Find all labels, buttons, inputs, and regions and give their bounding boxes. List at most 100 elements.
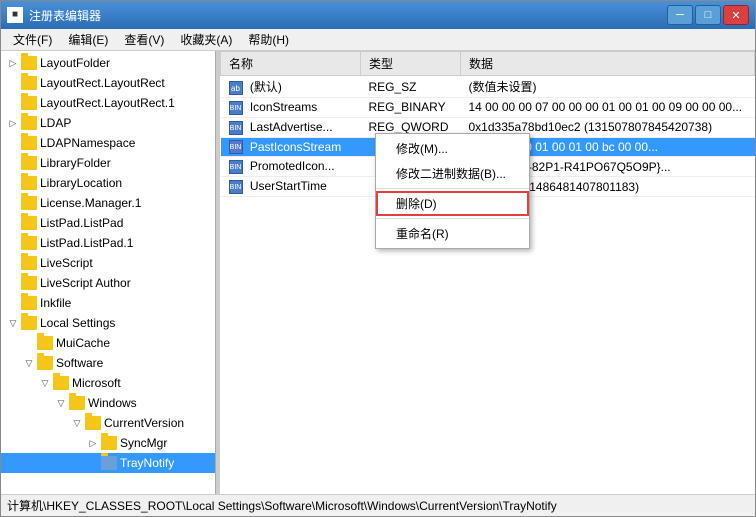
tree-label: LayoutRect.LayoutRect.1 — [40, 96, 175, 110]
menu-view[interactable]: 查看(V) — [116, 29, 172, 50]
ctx-separator-2 — [376, 218, 529, 219]
tree-label: Local Settings — [40, 316, 115, 330]
tree-label: ListPad.ListPad — [40, 216, 123, 230]
tree-item-currentversion[interactable]: ▽ CurrentVersion — [1, 413, 215, 433]
tree-item-librarylocation[interactable]: LibraryLocation — [1, 173, 215, 193]
col-type: 类型 — [361, 52, 461, 76]
tree-label: LiveScript Author — [40, 276, 131, 290]
toggle-spacer — [5, 75, 21, 91]
toggle-icon: ▽ — [53, 395, 69, 411]
folder-icon — [21, 156, 37, 170]
folder-icon — [101, 436, 117, 450]
folder-icon — [21, 136, 37, 150]
toggle-icon: ▷ — [85, 435, 101, 451]
ctx-modify-binary[interactable]: 修改二进制数据(B)... — [376, 161, 529, 186]
menu-edit[interactable]: 编辑(E) — [60, 29, 116, 50]
toggle-spacer — [21, 335, 37, 351]
tree-item-windows[interactable]: ▽ Windows — [1, 393, 215, 413]
toggle-spacer — [5, 95, 21, 111]
registry-tree[interactable]: ▷ LayoutFolder LayoutRect.LayoutRect Lay… — [1, 51, 216, 494]
folder-icon — [53, 376, 69, 390]
toggle-icon: ▽ — [5, 315, 21, 331]
tree-item-software[interactable]: ▽ Software — [1, 353, 215, 373]
tree-label: Windows — [88, 396, 137, 410]
cell-name: BIN PastIconsStream — [221, 137, 361, 157]
toggle-spacer — [5, 175, 21, 191]
tree-item-licensemanager[interactable]: License.Manager.1 — [1, 193, 215, 213]
tree-item-listpad1[interactable]: ListPad.ListPad.1 — [1, 233, 215, 253]
status-path: 计算机\HKEY_CLASSES_ROOT\Local Settings\Sof… — [7, 497, 557, 514]
tree-label: ListPad.ListPad.1 — [40, 236, 133, 250]
toggle-spacer — [5, 155, 21, 171]
cell-data: 14 00 00 00 07 00 00 00 01 00 01 00 09 0… — [461, 98, 755, 118]
tree-item-livescript[interactable]: LiveScript — [1, 253, 215, 273]
toggle-spacer — [5, 215, 21, 231]
tree-label: CurrentVersion — [104, 416, 184, 430]
close-button[interactable]: ✕ — [723, 5, 749, 25]
toggle-spacer — [5, 295, 21, 311]
tree-item-localsettings[interactable]: ▽ Local Settings — [1, 313, 215, 333]
reg-value-icon: BIN — [229, 140, 243, 154]
folder-icon — [21, 56, 37, 70]
window-controls: ─ □ ✕ — [667, 5, 749, 25]
table-row[interactable]: BIN IconStreams REG_BINARY 14 00 00 00 0… — [221, 98, 755, 118]
tree-label: LDAPNamespace — [40, 136, 135, 150]
tree-label: LayoutRect.LayoutRect — [40, 76, 165, 90]
tree-item-inkfile[interactable]: Inkfile — [1, 293, 215, 313]
table-row[interactable]: ab (默认) REG_SZ (数值未设置) — [221, 76, 755, 98]
tree-item-ldapnamespace[interactable]: LDAPNamespace — [1, 133, 215, 153]
folder-icon — [21, 76, 37, 90]
tree-label: LibraryLocation — [40, 176, 122, 190]
status-bar: 计算机\HKEY_CLASSES_ROOT\Local Settings\Sof… — [1, 494, 755, 516]
app-icon: ■ — [7, 7, 23, 23]
ctx-rename[interactable]: 重命名(R) — [376, 221, 529, 246]
cell-type: REG_BINARY — [361, 98, 461, 118]
tree-item-ldap[interactable]: ▷ LDAP — [1, 113, 215, 133]
folder-icon — [21, 196, 37, 210]
toggle-icon: ▷ — [5, 115, 21, 131]
cell-type: REG_SZ — [361, 76, 461, 98]
tree-item-listpad[interactable]: ListPad.ListPad — [1, 213, 215, 233]
menu-help[interactable]: 帮助(H) — [240, 29, 297, 50]
tree-item-layoutrect[interactable]: LayoutRect.LayoutRect — [1, 73, 215, 93]
toggle-spacer — [5, 235, 21, 251]
toggle-icon: ▽ — [69, 415, 85, 431]
cell-data: (数值未设置) — [461, 76, 755, 98]
tree-item-traynotify[interactable]: TrayNotify — [1, 453, 215, 473]
folder-icon — [21, 216, 37, 230]
cell-name: BIN IconStreams — [221, 98, 361, 118]
menu-favorites[interactable]: 收藏夹(A) — [172, 29, 240, 50]
tree-item-muicache[interactable]: MuiCache — [1, 333, 215, 353]
reg-value-icon: BIN — [229, 160, 243, 174]
menu-bar: 文件(F) 编辑(E) 查看(V) 收藏夹(A) 帮助(H) — [1, 29, 755, 51]
window-title: 注册表编辑器 — [29, 7, 667, 24]
tree-label: Inkfile — [40, 296, 71, 310]
ctx-separator-1 — [376, 188, 529, 189]
minimize-button[interactable]: ─ — [667, 5, 693, 25]
reg-value-icon: BIN — [229, 180, 243, 194]
tree-item-syncmgr[interactable]: ▷ SyncMgr — [1, 433, 215, 453]
tree-item-layoutfolder[interactable]: ▷ LayoutFolder — [1, 53, 215, 73]
tree-item-livescriptauthor[interactable]: LiveScript Author — [1, 273, 215, 293]
folder-icon — [37, 336, 53, 350]
tree-label: SyncMgr — [120, 436, 167, 450]
col-data: 数据 — [461, 52, 755, 76]
folder-icon — [101, 456, 117, 470]
maximize-button[interactable]: □ — [695, 5, 721, 25]
folder-icon — [21, 96, 37, 110]
registry-values-panel: 名称 类型 数据 ab (默认) REG_SZ (数值未设置) — [220, 51, 755, 494]
tree-label: Software — [56, 356, 103, 370]
folder-icon — [21, 296, 37, 310]
ctx-modify[interactable]: 修改(M)... — [376, 136, 529, 161]
tree-item-layoutrect1[interactable]: LayoutRect.LayoutRect.1 — [1, 93, 215, 113]
menu-file[interactable]: 文件(F) — [5, 29, 60, 50]
ctx-delete[interactable]: 删除(D) — [376, 191, 529, 216]
cell-name: BIN PromotedIcon... — [221, 157, 361, 177]
tree-item-libraryfolder[interactable]: LibraryFolder — [1, 153, 215, 173]
tree-label: License.Manager.1 — [40, 196, 141, 210]
reg-value-icon: ab — [229, 81, 243, 95]
tree-label: Microsoft — [72, 376, 121, 390]
toggle-spacer — [5, 195, 21, 211]
tree-item-microsoft[interactable]: ▽ Microsoft — [1, 373, 215, 393]
toggle-spacer — [5, 255, 21, 271]
